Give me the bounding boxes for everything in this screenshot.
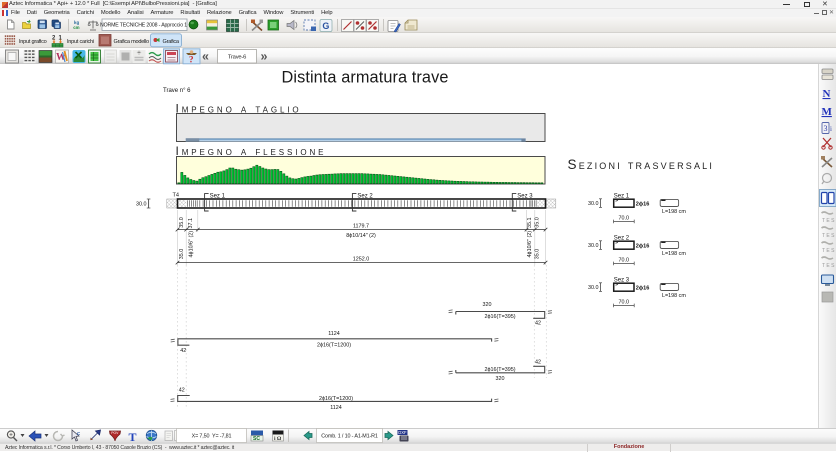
svg-text:35.0: 35.0: [179, 249, 185, 260]
svg-text:1124: 1124: [328, 331, 340, 337]
svg-text:70.0: 70.0: [619, 300, 630, 306]
svg-text:Sez 1: Sez 1: [210, 193, 226, 199]
svg-text:42: 42: [179, 388, 185, 394]
svg-text:L=198 cm: L=198 cm: [662, 251, 686, 257]
svg-text:2ϕ16: 2ϕ16: [636, 285, 650, 291]
svg-text:2ϕ16(T=1200): 2ϕ16(T=1200): [319, 396, 353, 402]
svg-text:T4: T4: [173, 193, 180, 199]
svg-text:30.0: 30.0: [588, 285, 599, 291]
svg-text:2ϕ16: 2ϕ16: [636, 201, 650, 207]
svg-text:Sez 3: Sez 3: [517, 193, 533, 199]
svg-text:2ϕ16: 2ϕ16: [636, 243, 650, 249]
svg-text:8ϕ10/14" (2): 8ϕ10/14" (2): [346, 233, 376, 239]
svg-text:L=198 cm: L=198 cm: [662, 293, 686, 299]
svg-text:L=198 cm: L=198 cm: [662, 209, 686, 215]
svg-text:4ϕ10/6" (2): 4ϕ10/6" (2): [189, 231, 195, 258]
svg-text:42: 42: [535, 321, 541, 327]
svg-text:30.0: 30.0: [588, 243, 599, 249]
svg-text:35.0: 35.0: [179, 217, 185, 228]
svg-text:70.0: 70.0: [619, 258, 630, 264]
svg-text:70.0: 70.0: [619, 216, 630, 222]
svg-text:Trave n° 6: Trave n° 6: [163, 88, 191, 94]
svg-text:42: 42: [180, 348, 186, 354]
svg-text:2ϕ16(T=1200): 2ϕ16(T=1200): [317, 343, 351, 349]
svg-text:35.0: 35.0: [534, 217, 540, 228]
svg-text:30.0: 30.0: [136, 201, 147, 207]
svg-text:320: 320: [496, 376, 505, 382]
svg-text:Distinta armatura trave: Distinta armatura trave: [282, 69, 449, 87]
svg-text:Impegno a flessione: Impegno a flessione: [176, 144, 327, 158]
svg-text:2ϕ16(T=395): 2ϕ16(T=395): [484, 314, 515, 320]
svg-text:4ϕ10/6" (2): 4ϕ10/6" (2): [527, 231, 533, 258]
svg-text:30.0: 30.0: [588, 201, 599, 207]
svg-text:35.0: 35.0: [534, 249, 540, 260]
svg-text:42: 42: [535, 360, 541, 366]
svg-text:1179.7: 1179.7: [353, 223, 369, 229]
svg-text:Sez 2: Sez 2: [357, 193, 373, 199]
svg-text:35.1: 35.1: [527, 218, 533, 229]
svg-text:37.1: 37.1: [188, 218, 194, 229]
svg-text:Sezioni trasversali: Sezioni trasversali: [568, 157, 715, 172]
svg-text:2ϕ16(T=395): 2ϕ16(T=395): [484, 367, 515, 373]
svg-text:320: 320: [483, 302, 492, 308]
svg-text:1252.0: 1252.0: [353, 256, 370, 262]
svg-text:1124: 1124: [330, 405, 342, 411]
